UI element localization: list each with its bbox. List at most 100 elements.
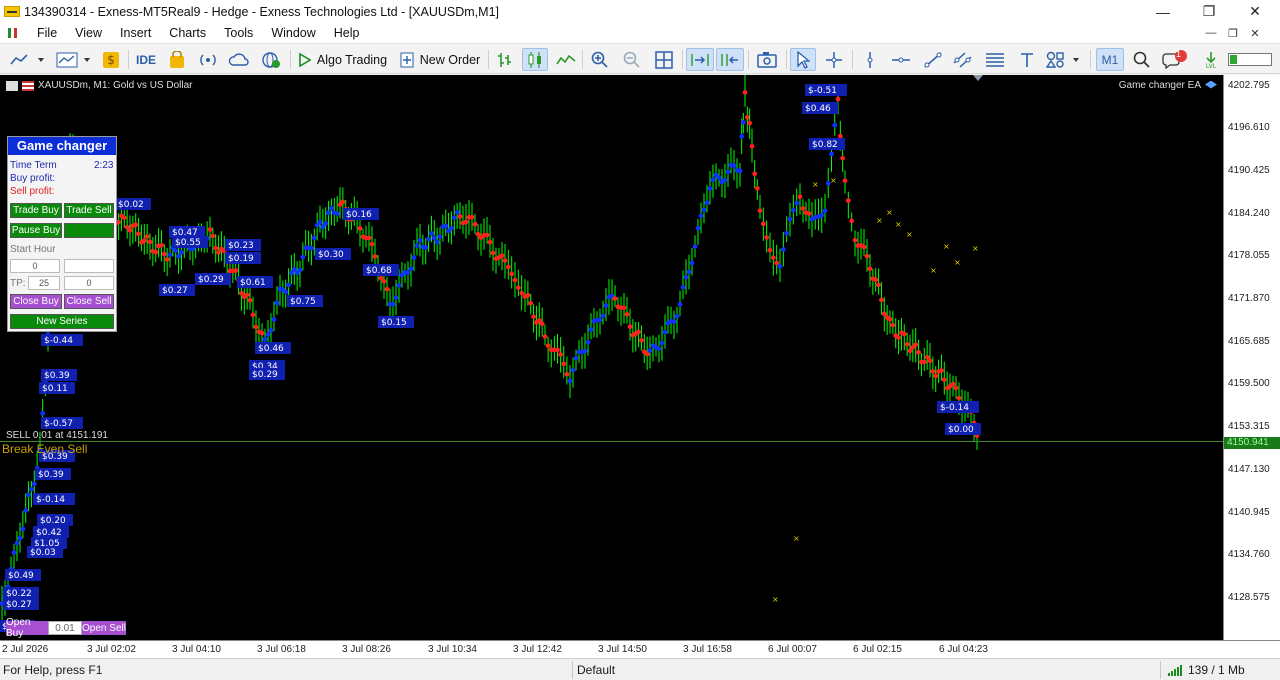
text-tool-icon[interactable] bbox=[1014, 48, 1040, 71]
shapes-icon[interactable] bbox=[1044, 48, 1084, 71]
trend-dot bbox=[794, 200, 800, 206]
trend-dot bbox=[271, 317, 277, 322]
start-hour-input[interactable]: 0 bbox=[10, 259, 60, 273]
open-sell-button[interactable]: Open Sell bbox=[82, 621, 126, 635]
pause-sell-button[interactable] bbox=[64, 223, 114, 238]
trade-buy-button[interactable]: Trade Buy bbox=[10, 203, 62, 218]
trend-dot bbox=[890, 322, 896, 328]
channel-icon[interactable] bbox=[950, 48, 976, 71]
menu-help[interactable]: Help bbox=[325, 26, 369, 40]
connection-meter[interactable] bbox=[1226, 48, 1274, 71]
trend-dot bbox=[671, 319, 677, 325]
sell-position-line[interactable] bbox=[0, 441, 1223, 442]
close-buy-button[interactable]: Close Buy bbox=[10, 294, 62, 309]
new-order-button[interactable]: New Order bbox=[396, 48, 484, 71]
ide-button[interactable]: IDE bbox=[134, 48, 158, 71]
ea-indicator[interactable]: Game changer EA bbox=[1119, 80, 1217, 91]
market-bag-icon[interactable] bbox=[166, 48, 188, 71]
vps-status-icon[interactable]: LVL bbox=[1200, 48, 1222, 71]
trend-dot bbox=[603, 303, 609, 308]
trend-dot bbox=[11, 550, 17, 555]
profit-tag: $0.23 bbox=[225, 239, 261, 251]
pause-buy-button[interactable]: Pause Buy bbox=[10, 223, 62, 238]
trend-dot bbox=[683, 274, 689, 280]
menu-file[interactable]: File bbox=[28, 26, 66, 40]
chart-type-icon[interactable] bbox=[8, 48, 48, 71]
candlestick-icon[interactable] bbox=[522, 48, 548, 71]
chart-restore-button[interactable]: ❐ bbox=[1222, 23, 1244, 43]
profit-tag: $0.82 bbox=[809, 138, 845, 150]
signals-icon[interactable] bbox=[196, 48, 220, 71]
trend-dot bbox=[286, 282, 291, 288]
web-globe-icon[interactable] bbox=[258, 48, 284, 71]
trade-sell-button[interactable]: Trade Sell bbox=[64, 203, 114, 218]
auto-scroll-icon[interactable] bbox=[686, 48, 714, 71]
new-series-button[interactable]: New Series bbox=[10, 314, 114, 329]
trend-dot bbox=[754, 185, 760, 191]
trend-dot bbox=[519, 290, 525, 296]
vps-cloud-icon[interactable] bbox=[226, 48, 252, 71]
lot-size-input[interactable]: 0.01 bbox=[48, 621, 82, 635]
zoom-in-icon[interactable] bbox=[588, 48, 612, 71]
trend-dot bbox=[423, 245, 429, 251]
maximize-button[interactable]: ❐ bbox=[1186, 0, 1232, 23]
trend-dot bbox=[896, 335, 901, 341]
end-hour-input[interactable] bbox=[64, 259, 114, 273]
cursor-icon[interactable] bbox=[790, 48, 816, 71]
menu-insert[interactable]: Insert bbox=[111, 26, 160, 40]
trend-dot bbox=[764, 235, 770, 240]
close-sell-button[interactable]: Close Sell bbox=[64, 294, 114, 309]
trend-dot bbox=[570, 367, 576, 373]
bar-chart-icon[interactable] bbox=[494, 48, 516, 71]
symbol-caption: XAUUSDm, M1: Gold vs US Dollar bbox=[38, 80, 193, 91]
chart-template-icon[interactable] bbox=[54, 48, 94, 71]
trend-dot bbox=[451, 215, 457, 220]
horizontal-line-icon[interactable] bbox=[888, 48, 914, 71]
menu-charts[interactable]: Charts bbox=[160, 26, 215, 40]
open-buy-button[interactable]: Open Buy bbox=[6, 617, 48, 639]
sl-input[interactable]: 0 bbox=[64, 276, 114, 290]
timeframe-m1-button[interactable]: M1 bbox=[1096, 48, 1124, 71]
trend-dot bbox=[806, 211, 812, 216]
trend-dot bbox=[265, 332, 271, 337]
chart-close-button[interactable]: ✕ bbox=[1244, 23, 1266, 43]
ea-panel: Game changer Time Term 2:23 Buy profit: … bbox=[7, 136, 117, 332]
profit-tag: $0.29 bbox=[249, 368, 285, 380]
profit-tag: $0.42 bbox=[33, 526, 69, 538]
minimize-button[interactable]: — bbox=[1140, 0, 1186, 23]
status-traffic[interactable]: 139 / 1 Mb bbox=[1168, 663, 1245, 677]
tile-windows-icon[interactable] bbox=[652, 48, 676, 71]
vertical-line-icon[interactable] bbox=[858, 48, 882, 71]
price-chart[interactable]: ××××××××××××$-0.51$0.46$0.82$0.26$0.24$0… bbox=[0, 75, 1223, 640]
menu-tools[interactable]: Tools bbox=[215, 26, 262, 40]
time-tick-label: 3 Jul 06:18 bbox=[257, 644, 306, 655]
chart-minimize-button[interactable]: — bbox=[1200, 23, 1222, 43]
menu-view[interactable]: View bbox=[66, 26, 111, 40]
line-chart-icon[interactable] bbox=[554, 48, 578, 71]
trend-dot bbox=[509, 271, 515, 277]
panel-title[interactable]: Game changer bbox=[8, 137, 116, 155]
signal-marker: × bbox=[895, 220, 902, 229]
status-profile[interactable]: Default bbox=[577, 663, 615, 677]
close-button[interactable]: ✕ bbox=[1232, 0, 1278, 23]
crosshair-icon[interactable] bbox=[822, 48, 846, 71]
chart-shift-icon[interactable] bbox=[716, 48, 744, 71]
menu-window[interactable]: Window bbox=[262, 26, 324, 40]
algo-trading-button[interactable]: Algo Trading bbox=[296, 48, 390, 71]
trend-dot bbox=[956, 395, 962, 401]
trend-dot bbox=[40, 410, 46, 416]
trend-dot bbox=[737, 168, 743, 174]
notifications-icon[interactable]: 1 bbox=[1160, 48, 1190, 71]
zoom-out-icon[interactable] bbox=[620, 48, 644, 71]
trend-dot bbox=[933, 373, 939, 379]
search-icon[interactable] bbox=[1130, 48, 1154, 71]
tp-input[interactable]: 25 bbox=[28, 276, 60, 290]
us-flag-icon bbox=[22, 80, 34, 91]
screenshot-camera-icon[interactable] bbox=[754, 48, 780, 71]
dollar-icon[interactable]: $ bbox=[100, 48, 122, 71]
chart-shift-marker[interactable] bbox=[973, 75, 983, 81]
trend-dot bbox=[867, 266, 873, 272]
trend-dot bbox=[612, 296, 618, 302]
fibonacci-icon[interactable] bbox=[982, 48, 1008, 71]
trendline-icon[interactable] bbox=[920, 48, 946, 71]
